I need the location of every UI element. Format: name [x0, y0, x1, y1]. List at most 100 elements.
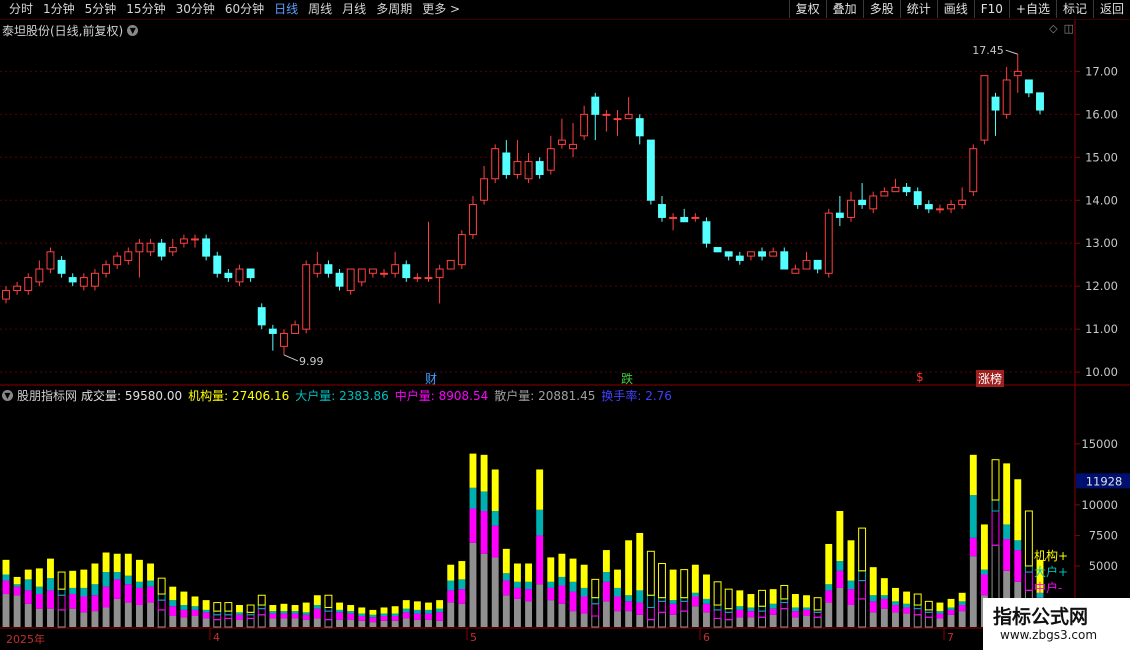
- big-volume-bar: [47, 578, 54, 591]
- retail-volume-bar: [958, 611, 966, 627]
- retail-volume-bar: [736, 617, 744, 627]
- retail-volume-bar: [302, 619, 310, 627]
- big-volume-bar: [669, 600, 677, 604]
- retail-volume-bar: [369, 622, 377, 627]
- inst-volume-bar: [502, 548, 510, 574]
- inst-volume-bar: [347, 605, 355, 612]
- retail-volume-bar: [147, 602, 154, 627]
- watermark-title: 指标公式网: [993, 606, 1089, 628]
- retail-volume-bar: [491, 557, 499, 627]
- big-volume-bar: [113, 572, 121, 580]
- inst-volume-bar: [913, 593, 922, 606]
- candle-body: [569, 143, 577, 150]
- inst-volume-bar: [257, 594, 266, 606]
- mid-volume-bar: [257, 608, 266, 616]
- inst-volume-bar: [147, 563, 154, 581]
- mid-volume-bar: [791, 611, 799, 618]
- candle-body: [1024, 79, 1033, 94]
- inst-volume-bar: [480, 454, 488, 492]
- big-volume-bar: [558, 576, 566, 586]
- mid-volume-bar: [591, 603, 600, 617]
- inst-volume-bar: [614, 569, 621, 588]
- big-volume-bar: [636, 590, 644, 603]
- mid-volume-bar: [724, 611, 733, 621]
- vol-tick-label: 10000: [1081, 498, 1118, 512]
- candle-body: [858, 199, 867, 206]
- retail-volume-bar: [102, 607, 110, 627]
- chevron-down-icon[interactable]: ▼: [2, 390, 13, 401]
- mid-volume-bar: [24, 590, 32, 604]
- inst-volume-bar: [825, 543, 833, 585]
- mid-volume-bar: [825, 590, 833, 603]
- mid-volume-bar: [769, 608, 777, 615]
- candle-body: [380, 272, 388, 275]
- big-volume-bar: [724, 608, 733, 613]
- retail-volume-bar: [480, 553, 488, 627]
- mid-volume-bar: [880, 598, 888, 609]
- big-volume-bar: [180, 605, 188, 610]
- retail-volume-bar: [947, 614, 955, 627]
- retail-volume-bar: [924, 616, 933, 628]
- candle-body: [146, 242, 155, 253]
- candle-body: [669, 216, 678, 219]
- price-tick-label: 14.00: [1085, 193, 1118, 207]
- retail-volume-bar: [191, 616, 199, 627]
- big-volume-bar: [157, 593, 166, 601]
- big-volume-bar: [369, 614, 377, 618]
- inst-volume-bar: [547, 557, 555, 582]
- candle-body: [191, 238, 199, 241]
- retail-volume-bar: [658, 611, 666, 628]
- candle-body: [90, 272, 99, 287]
- inst-volume-bar: [780, 584, 789, 600]
- inst-volume-bar: [680, 569, 689, 599]
- mid-volume-bar: [758, 610, 766, 618]
- retail-volume-bar: [246, 617, 255, 628]
- retail-volume-bar: [880, 608, 888, 627]
- inst-volume-bar: [391, 606, 399, 614]
- inst-volume-bar: [569, 558, 577, 582]
- inst-volume-bar: [936, 602, 944, 612]
- big-volume-bar: [491, 511, 499, 526]
- candle-body: [824, 212, 833, 274]
- retail-volume-bar: [35, 608, 43, 627]
- inst-volume-bar: [447, 564, 455, 581]
- retail-volume-bar: [80, 612, 88, 627]
- big-volume-bar: [336, 609, 343, 613]
- retail-volume-bar: [825, 602, 833, 627]
- candle-body: [1013, 70, 1022, 77]
- retail-volume-bar: [758, 616, 766, 628]
- inst-volume-bar: [669, 569, 677, 601]
- mid-volume-bar: [2, 580, 10, 595]
- vol-tick-label: 5000: [1089, 559, 1118, 573]
- retail-volume-bar: [646, 619, 655, 628]
- mid-volume-bar: [491, 525, 499, 558]
- big-volume-bar: [2, 574, 10, 581]
- retail-volume-bar: [280, 618, 288, 627]
- big-volume-bar: [947, 607, 955, 610]
- inst-volume-bar: [958, 592, 966, 602]
- mid-volume-bar: [1024, 571, 1033, 591]
- mid-volume-bar: [169, 606, 177, 617]
- volume-legend-label: 机构+: [1034, 549, 1069, 563]
- retail-volume-bar: [791, 617, 799, 627]
- candle-body: [1036, 92, 1044, 111]
- big-volume-bar: [536, 509, 544, 536]
- inst-volume-bar: [336, 602, 343, 610]
- mid-volume-bar: [936, 613, 944, 619]
- vol-tick-label: 7500: [1089, 528, 1118, 542]
- inst-volume-bar: [302, 602, 310, 613]
- inst-volume-bar: [224, 602, 233, 612]
- candle-body: [402, 264, 411, 279]
- candle-body: [624, 113, 633, 120]
- retail-volume-bar: [913, 614, 922, 628]
- mid-volume-bar: [703, 603, 710, 613]
- inst-volume-bar: [769, 589, 777, 604]
- retail-volume-bar: [2, 594, 10, 627]
- mid-volume-bar: [569, 591, 577, 612]
- price-tick-label: 12.00: [1085, 279, 1118, 293]
- candle-body: [769, 251, 778, 257]
- big-volume-bar: [80, 587, 88, 597]
- indicator-value: 换手率: 2.76: [601, 389, 672, 403]
- retail-volume-bar: [803, 616, 810, 627]
- retail-volume-bar: [180, 617, 188, 627]
